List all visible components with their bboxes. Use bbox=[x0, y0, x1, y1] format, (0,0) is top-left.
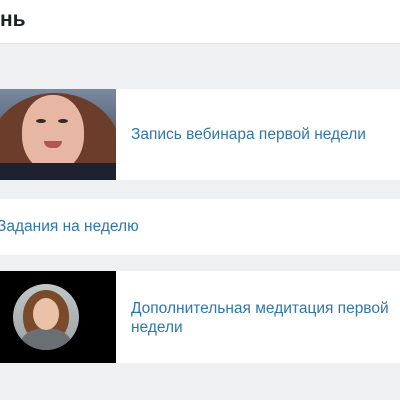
video-thumbnail[interactable] bbox=[0, 89, 116, 180]
page-title: нь bbox=[0, 8, 26, 31]
page-header: нь bbox=[0, 0, 400, 44]
lesson-title-link[interactable]: Запись вебинара первой недели bbox=[131, 125, 393, 144]
lesson-item-tasks[interactable]: Задания на неделю bbox=[0, 199, 400, 255]
avatar-photo bbox=[13, 284, 79, 350]
lesson-item-meditation[interactable]: Дополнительная медитация первой недели bbox=[0, 271, 400, 363]
lesson-item-webinar[interactable]: Запись вебинара первой недели bbox=[0, 89, 400, 180]
lesson-title-link[interactable]: Задания на неделю bbox=[0, 217, 139, 236]
meditation-thumbnail[interactable] bbox=[0, 271, 116, 363]
lesson-title-link[interactable]: Дополнительная медитация первой недели bbox=[131, 299, 393, 337]
